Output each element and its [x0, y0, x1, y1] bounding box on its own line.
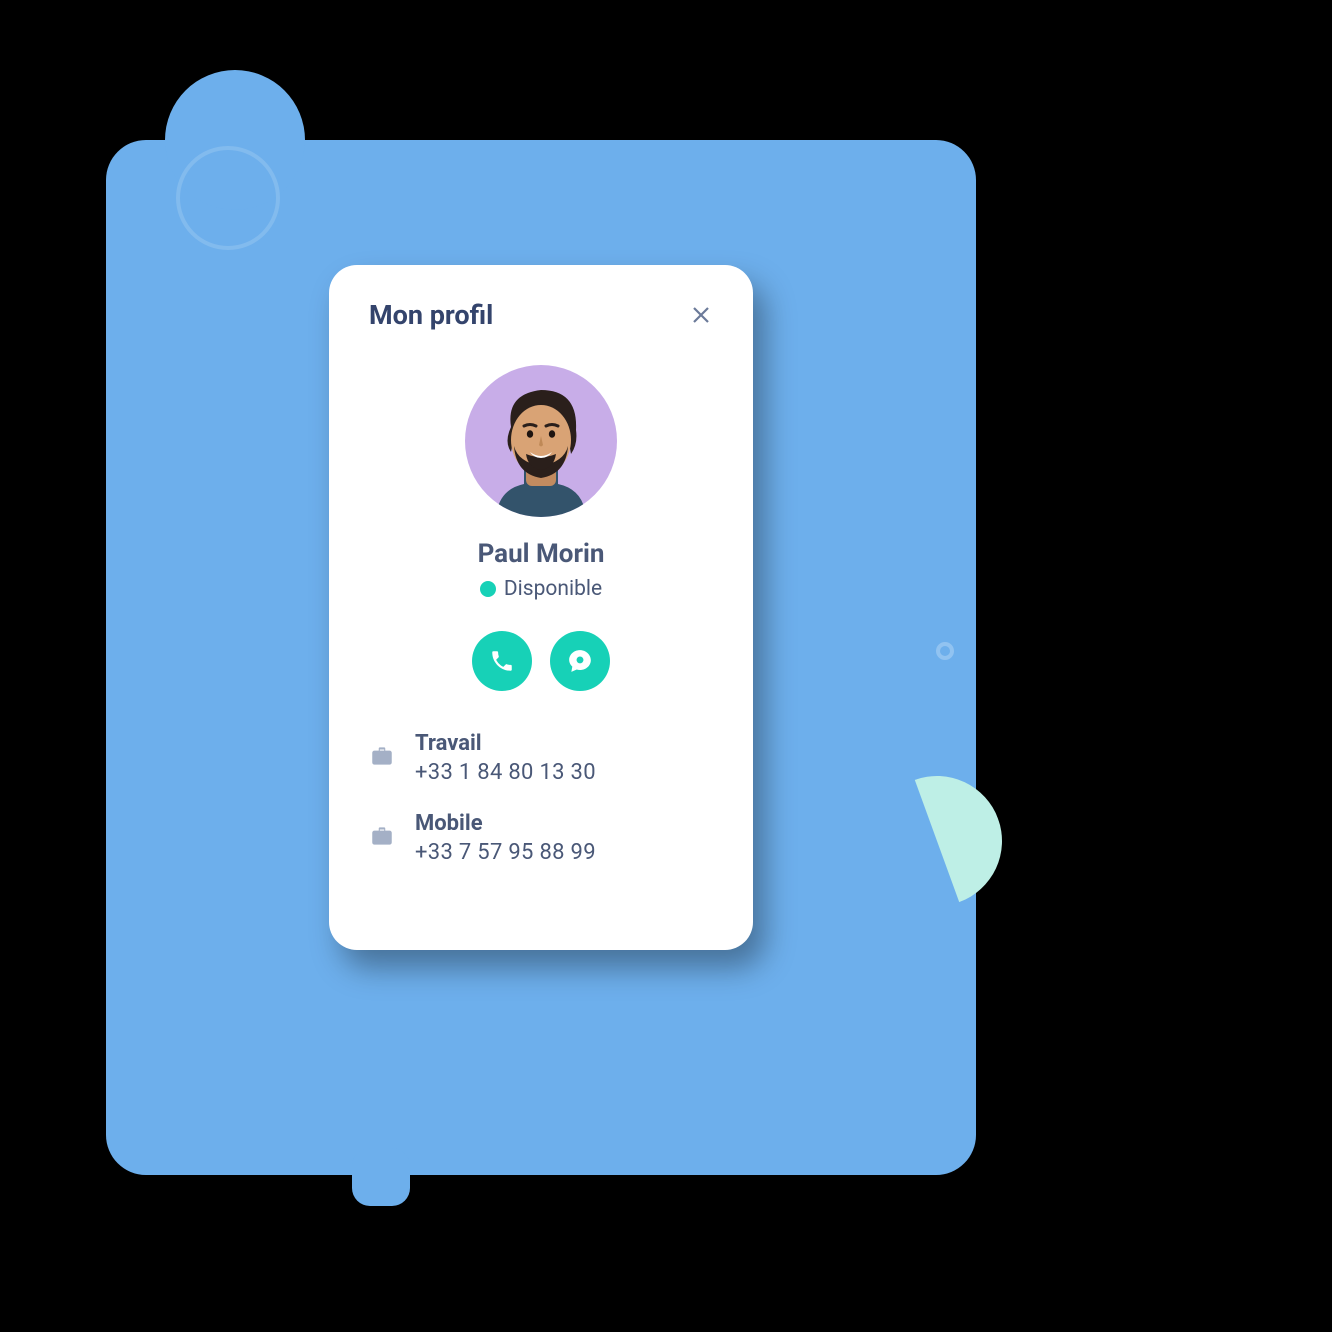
briefcase-icon [369, 823, 395, 853]
profile-name: Paul Morin [369, 539, 713, 569]
decorative-circle-outline [176, 146, 280, 250]
decorative-small-ring [936, 642, 954, 660]
contact-label: Travail [415, 731, 596, 756]
briefcase-icon [369, 743, 395, 773]
status-text: Disponible [504, 577, 602, 601]
contact-value: +33 1 84 80 13 30 [415, 760, 596, 785]
contact-info: Mobile +33 7 57 95 88 99 [415, 811, 596, 865]
action-buttons [369, 631, 713, 691]
contact-row-work: Travail +33 1 84 80 13 30 [369, 731, 713, 785]
close-icon [691, 305, 711, 325]
phone-icon [489, 648, 515, 674]
chat-button[interactable] [550, 631, 610, 691]
close-button[interactable] [689, 303, 713, 327]
contact-row-mobile: Mobile +33 7 57 95 88 99 [369, 811, 713, 865]
status-dot-icon [480, 581, 496, 597]
card-header: Mon profil [369, 299, 713, 331]
avatar-container [369, 365, 713, 517]
card-title: Mon profil [369, 299, 493, 331]
contact-info: Travail +33 1 84 80 13 30 [415, 731, 596, 785]
contact-label: Mobile [415, 811, 596, 836]
avatar-illustration [476, 382, 606, 517]
call-button[interactable] [472, 631, 532, 691]
chat-icon [567, 648, 593, 674]
decorative-pill-bottom [352, 1148, 410, 1206]
profile-card: Mon profil [329, 265, 753, 950]
contact-value: +33 7 57 95 88 99 [415, 840, 596, 865]
status-row: Disponible [369, 577, 713, 601]
avatar [465, 365, 617, 517]
